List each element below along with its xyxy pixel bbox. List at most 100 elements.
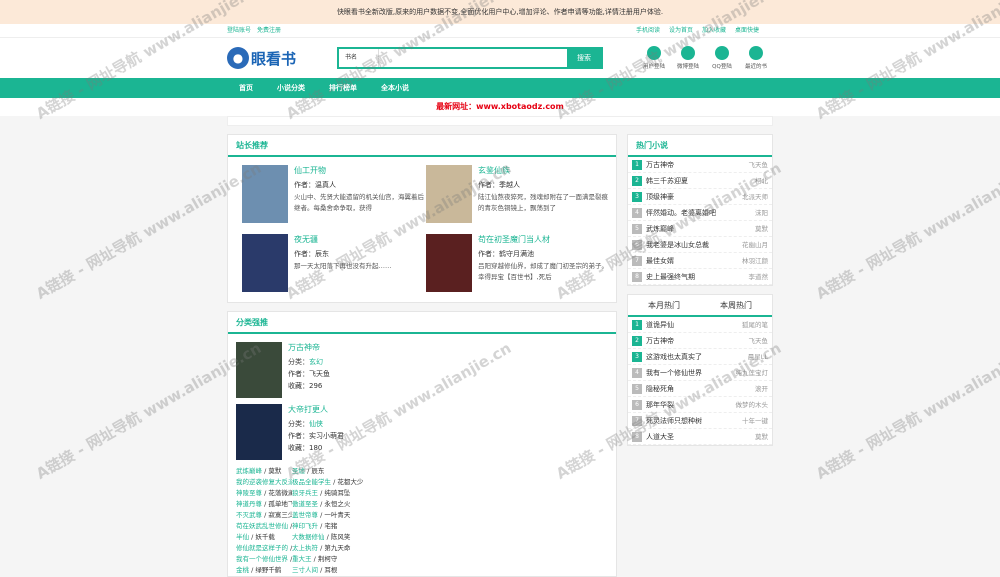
desktop-link[interactable]: 桌面快捷 — [735, 27, 759, 34]
category-link[interactable]: 大数据修仙 / 陈风笑 — [292, 532, 350, 543]
rank-item[interactable]: 2 韩三千苏迎夏 柯北 — [628, 173, 772, 189]
search-input[interactable] — [379, 49, 567, 67]
category-link[interactable]: 神陵至尊 / 花落微澜 — [236, 488, 292, 499]
homepage-link[interactable]: 设为首页 — [669, 27, 693, 34]
login-link[interactable]: 登陆账号 — [227, 27, 251, 34]
mobile-link[interactable]: 手机阅读 — [636, 27, 660, 34]
rank-item[interactable]: 7 最佳女婿 林羽江颜 — [628, 253, 772, 269]
category-link[interactable]: 狼牙兵王 / 纯骑耳坠 — [292, 488, 350, 499]
header: ● 眼看书 书名 搜索 用户登陆 微博登陆 QQ登陆 最近的书 — [0, 38, 1000, 78]
rank-author: 狐尾的笔 — [742, 321, 768, 329]
rank-item[interactable]: 6 我老婆是冰山女总裁 花幽山月 — [628, 237, 772, 253]
rank-author: 做梦的木头 — [735, 401, 769, 409]
rank-title[interactable]: 我老婆是冰山女总裁 — [646, 237, 742, 252]
recommend-book[interactable]: 苟在初圣魔门当人材 作者：鹤守月满池 吕阳穿越修仙界，却成了魔门初圣宗的弟子。幸得异… — [426, 233, 610, 292]
nav-complete[interactable]: 全本小说 — [369, 78, 421, 98]
category-link[interactable]: 三寸人间 / 耳根 — [292, 565, 337, 576]
book-cover[interactable] — [242, 165, 288, 223]
rank-item[interactable]: 2 万古神帝 飞天鱼 — [628, 333, 772, 349]
book-desc: 陆江仙熬夜猝死，残魂却附在了一面满是裂痕的青灰色铜镜上，飘荡到了 — [478, 193, 608, 212]
rank-item[interactable]: 4 怦然婚动。老婆离婚吧 沫阳 — [628, 205, 772, 221]
rank-author: 飞天鱼 — [748, 337, 769, 345]
rank-item[interactable]: 3 这游戏也太真实了 晨星LL — [628, 349, 772, 365]
rank-item[interactable]: 8 人道大圣 莫默 — [628, 429, 772, 445]
rank-item[interactable]: 6 那年华裂 做梦的木头 — [628, 397, 772, 413]
rank-title[interactable]: 我有一个修仙世界 — [646, 365, 736, 380]
book-cover[interactable] — [236, 342, 282, 398]
qq-login-button[interactable]: QQ登陆 — [705, 46, 739, 70]
recommend-book[interactable]: 夜无疆 作者：辰东 那一天太阳落下再也没有升起…… — [242, 233, 426, 292]
recommend-book[interactable]: 仙工开物 作者：温真人 火山中、先贤大能遗留的机关仙宫，海翼着后继者。每桑舍命争取，… — [242, 165, 426, 223]
rank-title[interactable]: 隐秘死角 — [646, 381, 755, 396]
book-title[interactable]: 仙工开物 — [294, 165, 426, 176]
rank-author: 十年一键 — [742, 417, 768, 425]
category-link[interactable]: 半仙 / 妖千载 — [236, 532, 292, 543]
search-category-select[interactable]: 书名 — [339, 49, 379, 67]
rank-item[interactable]: 4 我有一个修仙世界 纯九莲宝灯 — [628, 365, 772, 381]
rank-title[interactable]: 顶级神豪 — [646, 189, 742, 204]
category-link[interactable]: 太上执符 / 第九天命 — [292, 543, 350, 554]
rank-title[interactable]: 史上最强终气期 — [646, 269, 749, 284]
category-link[interactable]: 金桃 / 绿野千鹤 — [236, 565, 292, 576]
rank-author: 李道然 — [748, 273, 769, 281]
book-title[interactable]: 苟在初圣魔门当人材 — [478, 234, 610, 245]
book-title[interactable]: 玄鉴仙族 — [478, 165, 610, 176]
category-link[interactable]: 神印飞升 / 宅猪 — [292, 521, 337, 532]
book-cover[interactable] — [242, 233, 288, 292]
rank-title[interactable]: 最佳女婿 — [646, 253, 742, 268]
weibo-login-button[interactable]: 微博登陆 — [671, 46, 705, 70]
rank-title[interactable]: 死灵法师只想种树 — [646, 413, 742, 428]
category-link[interactable]: 傲道至圣 / 永恒之火 — [292, 499, 350, 510]
tab-week[interactable]: 本周热门 — [700, 295, 772, 315]
top-bar: 登陆账号 免费注册 手机阅读 设为首页 加入收藏 桌面快捷 — [0, 24, 1000, 38]
category-link[interactable]: 重大王 / 荆柯守 — [292, 554, 337, 565]
book-title[interactable]: 万古神帝 — [288, 342, 424, 353]
rank-item[interactable]: 1 道诡异仙 狐尾的笔 — [628, 317, 772, 333]
rank-title[interactable]: 人道大圣 — [646, 429, 755, 444]
rank-item[interactable]: 3 顶级神豪 北派天师 — [628, 189, 772, 205]
book-cover[interactable] — [426, 165, 472, 223]
category-link[interactable]: 修仙就是这样子的 / 凤嘲凰 — [236, 543, 292, 554]
tab-month[interactable]: 本月热门 — [628, 295, 700, 315]
rank-title[interactable]: 武炼巅峰 — [646, 221, 755, 236]
rank-title[interactable]: 那年华裂 — [646, 397, 736, 412]
nav-rankings[interactable]: 排行榜单 — [317, 78, 369, 98]
category-book[interactable]: 万古神帝 分类：玄幻 作者：飞天鱼 收藏：296 — [236, 342, 424, 398]
category-link[interactable]: 神道丹尊 / 孤单地飞 — [236, 499, 292, 510]
category-link[interactable]: 不灭武尊 / 寂寞三少 — [236, 510, 292, 521]
category-link[interactable]: 盖世帝尊 / 一叶青天 — [292, 510, 350, 521]
category-link[interactable]: 极品全能学生 / 花都大少 — [292, 477, 363, 488]
rank-number: 3 — [632, 192, 642, 202]
category-link[interactable]: 武炼巅峰 / 莫默 — [236, 466, 292, 477]
rank-item[interactable]: 8 史上最强终气期 李道然 — [628, 269, 772, 285]
recent-books-button[interactable]: 最近的书 — [739, 46, 773, 70]
rank-item[interactable]: 5 隐秘死角 滚开 — [628, 381, 772, 397]
rank-title[interactable]: 韩三千苏迎夏 — [646, 173, 755, 188]
rank-title[interactable]: 万古神帝 — [646, 157, 749, 172]
book-title[interactable]: 夜无疆 — [294, 234, 426, 245]
recommend-book[interactable]: 玄鉴仙族 作者：季越人 陆江仙熬夜猝死，残魂却附在了一面满是裂痕的青灰色铜镜上，飘荡… — [426, 165, 610, 223]
nav-home[interactable]: 首页 — [227, 78, 265, 98]
register-link[interactable]: 免费注册 — [257, 27, 281, 34]
book-cover[interactable] — [426, 233, 472, 292]
rank-item[interactable]: 1 万古神帝 飞天鱼 — [628, 157, 772, 173]
favorite-link[interactable]: 加入收藏 — [702, 27, 726, 34]
rank-title[interactable]: 道诡异仙 — [646, 317, 742, 332]
user-login-button[interactable]: 用户登陆 — [637, 46, 671, 70]
book-cover[interactable] — [236, 404, 282, 460]
rank-title[interactable]: 万古神帝 — [646, 333, 749, 348]
search-button[interactable]: 搜索 — [567, 49, 601, 67]
category-link[interactable]: 苟在妖武乱世修仙 / 文抄公 — [236, 521, 292, 532]
book-author: 作者：鹤守月满池 — [478, 249, 534, 258]
category-link[interactable]: 圣墟 / 辰东 — [292, 466, 324, 477]
rank-item[interactable]: 7 死灵法师只想种树 十年一键 — [628, 413, 772, 429]
nav-categories[interactable]: 小说分类 — [265, 78, 317, 98]
category-book[interactable]: 大帝打更人 分类：仙侠 作者：实习小萌君 收藏：180 — [236, 404, 424, 460]
rank-title[interactable]: 这游戏也太真实了 — [646, 349, 748, 364]
site-logo[interactable]: ● 眼看书 — [227, 47, 337, 69]
category-link[interactable]: 我有一个修仙世界 / 纯九莲 — [236, 554, 292, 565]
rank-item[interactable]: 5 武炼巅峰 莫默 — [628, 221, 772, 237]
category-link[interactable]: 我的逆袭修复大反派 / 谭生 — [236, 477, 292, 488]
rank-title[interactable]: 怦然婚动。老婆离婚吧 — [646, 205, 755, 220]
book-title[interactable]: 大帝打更人 — [288, 404, 424, 415]
